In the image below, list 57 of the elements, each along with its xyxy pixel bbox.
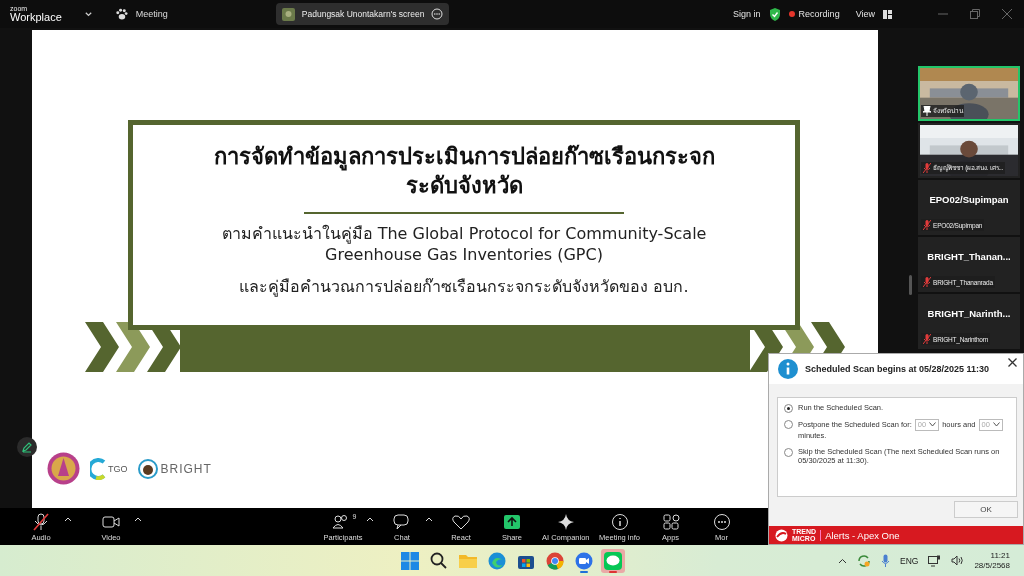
language-indicator[interactable]: ENG	[900, 555, 919, 566]
maximize-icon[interactable]	[970, 9, 980, 19]
search-icon	[429, 550, 449, 571]
browser-icon	[487, 550, 507, 571]
network-icon[interactable]	[928, 554, 942, 567]
radio-button[interactable]	[784, 420, 793, 429]
close-icon[interactable]	[1008, 358, 1017, 367]
annotate-button[interactable]	[17, 437, 37, 457]
alert-source-label: Alerts - Apex One	[820, 529, 900, 541]
tgo-logo: TGO	[90, 457, 128, 480]
radio-button[interactable]	[784, 447, 793, 457]
ok-button[interactable]: OK	[954, 501, 1018, 518]
slide-title: การจัดทำข้อมูลการประเมินการปล่อยก๊าซเรือนกระจก ระดับจังหวัด	[213, 143, 715, 200]
recording-label: Recording	[798, 9, 840, 19]
participant-name: EPO02/Supimpan	[928, 194, 1010, 205]
clock[interactable]: 11:21 28/5/2568	[974, 550, 1010, 571]
pencil-icon	[21, 441, 33, 453]
sync-icon[interactable]	[857, 553, 871, 568]
layout-icon[interactable]	[883, 9, 892, 19]
windows-icon	[400, 550, 420, 571]
browser-icon	[545, 550, 565, 571]
seal-logo	[47, 452, 80, 485]
chevron-up-icon[interactable]	[838, 557, 847, 564]
speaker-icon[interactable]	[951, 555, 965, 566]
participant-name: BRIGHT_Narinth...	[926, 308, 1012, 319]
caret-icon[interactable]	[425, 516, 433, 522]
screen-share-label: Padungsak Unontakarn's screen	[301, 9, 425, 19]
chat-bubble-icon	[603, 550, 623, 571]
radio-button[interactable]	[784, 404, 793, 413]
slide-note: และคู่มือคำนวณการปล่อยก๊าซเรือนกระจกระดับจังหวัดของ อบก.	[239, 275, 689, 299]
view-button[interactable]: View	[855, 9, 875, 19]
dialog-title: Scheduled Scan begins at 05/28/2025 11:30	[805, 364, 990, 374]
meeting-label[interactable]: Meeting	[135, 9, 168, 19]
info-icon	[778, 359, 798, 379]
caret-icon[interactable]	[366, 516, 374, 522]
bright-logo: BRIGHT	[137, 458, 212, 479]
shield-icon	[768, 7, 781, 21]
caret-icon	[929, 422, 937, 428]
participant-name: BRIGHT_Thanan...	[926, 251, 1012, 262]
avatar-icon	[281, 7, 295, 21]
screen-share-pill[interactable]: Padungsak Unontakarn's screen	[275, 3, 450, 25]
microphone-icon[interactable]	[881, 553, 890, 568]
chevron-icon[interactable]	[83, 9, 93, 19]
video-camera-icon	[574, 550, 594, 571]
caret-icon[interactable]	[134, 516, 142, 522]
share-icon	[501, 513, 523, 531]
sign-in-link[interactable]: Sign in	[733, 9, 761, 19]
recording-dot-icon	[788, 11, 795, 17]
slide-subtitle: ตามคำแนะนำในคู่มือ The Global Protocol for Community-Scale Greenhouse Gas Inventories (GPC)	[221, 224, 707, 266]
more-icon[interactable]	[431, 8, 444, 20]
taskbar-app[interactable]	[601, 548, 625, 573]
caret-icon	[992, 422, 1000, 428]
date-text: 28/5/2568	[974, 560, 1010, 571]
time-text: 11:21	[990, 550, 1010, 561]
caret-icon[interactable]	[64, 516, 72, 522]
paw-icon	[114, 7, 128, 21]
heart-icon	[450, 513, 472, 531]
